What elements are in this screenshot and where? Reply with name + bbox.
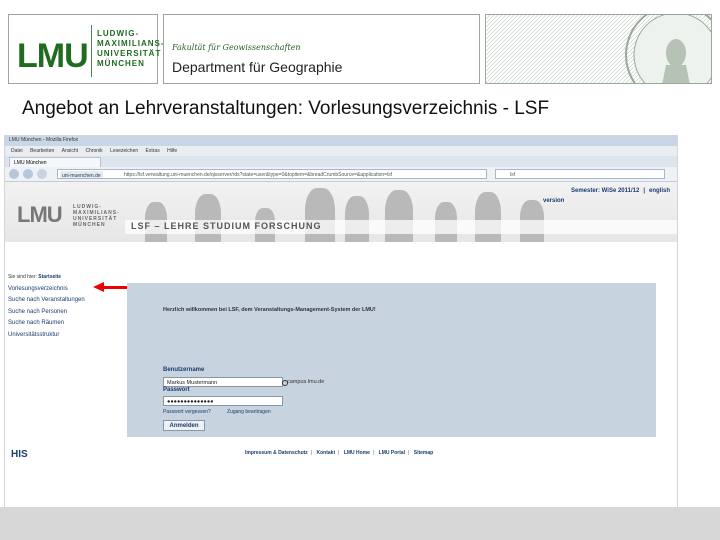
footer-link-lmu-portal[interactable]: LMU Portal: [379, 450, 405, 456]
forgot-password-link[interactable]: Passwort vergessen?: [163, 409, 211, 415]
lmu-logo-words: LUDWIG- MAXIMILIANS- UNIVERSITÄT MÜNCHEN: [97, 29, 165, 69]
silhouette: [195, 194, 221, 242]
domain-label: campus.lmu.de: [287, 379, 325, 385]
password-input[interactable]: ●●●●●●●●●●●●●●: [163, 396, 283, 406]
logo-word: MÜNCHEN: [97, 59, 145, 68]
username-label: Benutzername: [163, 367, 205, 373]
browser-tab[interactable]: LMU München: [9, 157, 101, 167]
slide-footer-band: [0, 507, 720, 540]
logo-divider: [91, 25, 92, 77]
breadcrumb-prefix: Sie sind hier:: [8, 274, 37, 280]
english-link-cont[interactable]: version: [543, 198, 564, 204]
menu-item-datei[interactable]: Datei: [11, 146, 23, 156]
nav-universitaetsstruktur[interactable]: Universitätsstruktur: [8, 331, 59, 339]
search-input[interactable]: lsf: [495, 169, 665, 179]
logo-word: LUDWIG-: [97, 29, 140, 38]
login-button[interactable]: Anmelden: [163, 420, 205, 431]
silhouette: [345, 196, 369, 242]
annotation-arrow-icon: [93, 282, 104, 292]
lsf-logo[interactable]: LMU: [17, 202, 63, 228]
forward-icon[interactable]: [23, 169, 33, 179]
lsf-header: LMU LUDWIG- MAXIMILIANS- UNIVERSITÄT MÜN…: [5, 182, 677, 242]
semester-label[interactable]: Semester: WiSe 2011/12: [571, 188, 639, 194]
silhouette: [475, 192, 501, 242]
footer-link-kontakt[interactable]: Kontakt: [317, 450, 336, 456]
department-name: Department für Geographie: [172, 59, 343, 75]
footer-link-sitemap[interactable]: Sitemap: [414, 450, 433, 456]
window-title: LMU München - Mozilla Firefox: [9, 137, 79, 143]
english-link[interactable]: english: [649, 188, 670, 194]
tab-bar: LMU München: [5, 156, 677, 167]
welcome-text: Herzlich willkommen bei LSF, dem Veranst…: [163, 307, 376, 313]
silhouette: [385, 190, 413, 242]
menu-item-ansicht[interactable]: Ansicht: [62, 146, 78, 156]
menu-item-extras[interactable]: Extras: [146, 146, 160, 156]
site-identity[interactable]: uni-muenchen.de: [60, 171, 103, 178]
lmu-seal: [485, 14, 712, 84]
apply-access-link[interactable]: Zugang beantragen: [227, 409, 271, 415]
logo-word: MÜNCHEN: [73, 222, 106, 228]
back-icon[interactable]: [9, 169, 19, 179]
navigation-bar: uni-muenchen.de https://lsf.verwaltung.u…: [5, 167, 677, 182]
semester-info: Semester: WiSe 2011/12 | english version: [543, 188, 671, 204]
menu-item-lesezeichen[interactable]: Lesezeichen: [110, 146, 138, 156]
logo-word: UNIVERSITÄT: [97, 49, 162, 58]
menu-bar: Datei Bearbeiten Ansicht Chronik Lesezei…: [5, 146, 677, 156]
breadcrumb: Sie sind hier: Startseite: [8, 274, 61, 280]
menu-item-chronik[interactable]: Chronik: [85, 146, 102, 156]
footer-link-lmu-home[interactable]: LMU Home: [344, 450, 370, 456]
lmu-logo-text: LMU: [17, 37, 89, 75]
footer-link-impressum[interactable]: Impressum & Datenschutz: [245, 450, 308, 456]
menu-item-bearbeiten[interactable]: Bearbeiten: [30, 146, 54, 156]
lsf-logo-words: LUDWIG- MAXIMILIANS- UNIVERSITÄT MÜNCHEN: [73, 204, 120, 228]
browser-screenshot: LMU München - Mozilla Firefox Datei Bear…: [4, 135, 678, 509]
breadcrumb-current[interactable]: Startseite: [38, 274, 61, 280]
nav-suche-personen[interactable]: Suche nach Personen: [8, 308, 67, 316]
url-text: https://lsf.verwaltung.uni-muenchen.de/q…: [124, 172, 393, 178]
his-logo[interactable]: HIS: [11, 449, 28, 460]
window-titlebar: LMU München - Mozilla Firefox: [5, 136, 677, 146]
nav-suche-raeumen[interactable]: Suche nach Räumen: [8, 319, 64, 327]
faculty-name: Fakultät für Geowissenschaften: [172, 43, 301, 52]
login-panel: Herzlich willkommen bei LSF, dem Veranst…: [127, 283, 656, 437]
password-label: Passwort: [163, 387, 190, 393]
lmu-logo: LMU LUDWIG- MAXIMILIANS- UNIVERSITÄT MÜN…: [8, 14, 164, 84]
logo-word: MAXIMILIANS-: [97, 39, 165, 48]
footer-links: Impressum & Datenschutz | Kontakt | LMU Ho…: [245, 450, 434, 456]
seal-icon: [486, 15, 711, 83]
slide-title: Angebot an Lehrveranstaltungen: Vorlesun…: [22, 98, 550, 119]
nav-suche-veranstaltungen[interactable]: Suche nach Veranstaltungen: [8, 296, 85, 304]
nav-vorlesungsverzeichnis[interactable]: Vorlesungsverzeichnis: [8, 285, 68, 293]
username-input[interactable]: Markus Mustermann: [163, 377, 283, 387]
lsf-band-text: LSF – LEHRE STUDIUM FORSCHUNG: [131, 221, 322, 231]
reload-icon[interactable]: [37, 169, 47, 179]
department-box: Fakultät für Geowissenschaften Departmen…: [163, 14, 480, 84]
menu-item-hilfe[interactable]: Hilfe: [167, 146, 177, 156]
address-bar[interactable]: uni-muenchen.de https://lsf.verwaltung.u…: [57, 169, 487, 179]
